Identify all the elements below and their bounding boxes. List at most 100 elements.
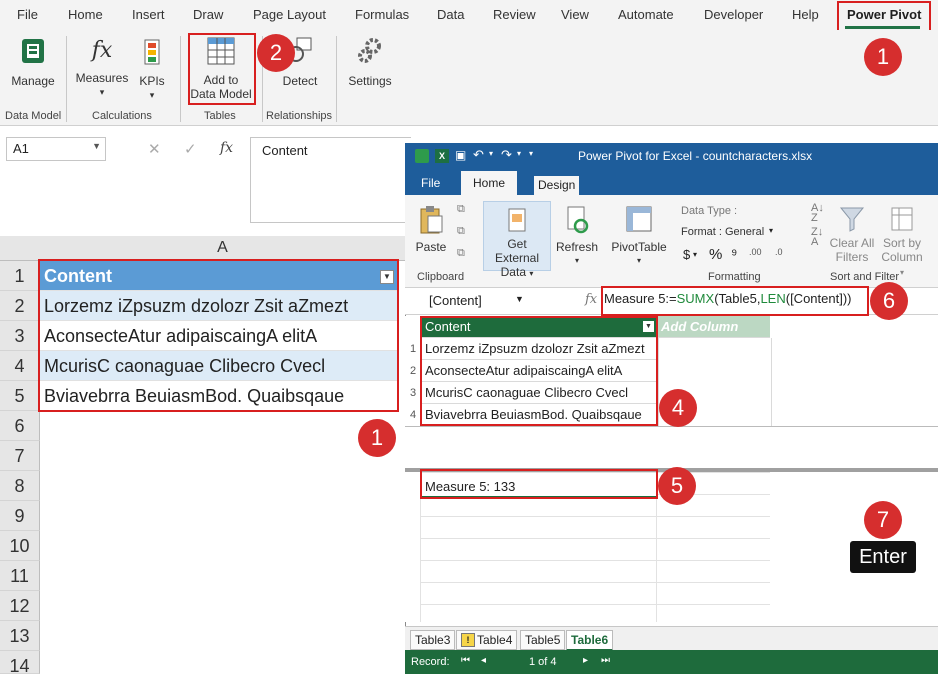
menu-home[interactable]: Home (68, 7, 103, 22)
currency-icon[interactable]: $ (683, 247, 690, 262)
menu-developer[interactable]: Developer (704, 7, 763, 22)
window-title: Power Pivot for Excel - countcharacters.… (578, 149, 813, 163)
sort-ascending-icon[interactable]: A↓ Z (811, 203, 824, 224)
sheet-tab-table3[interactable]: Table3 (410, 630, 456, 650)
last-record-icon[interactable]: ⏭ (601, 655, 610, 666)
menu-file[interactable]: File (17, 7, 38, 22)
pp-row-number[interactable]: 1 (406, 338, 420, 360)
function-icon[interactable]: fx (585, 292, 597, 307)
data-type-label[interactable]: Data Type : (681, 205, 737, 217)
formula-input[interactable]: Content (250, 137, 411, 223)
sheet-tab-table6[interactable]: Table6 (566, 630, 614, 651)
manage-icon (22, 39, 44, 63)
column-selector[interactable]: [Content] (429, 293, 482, 308)
refresh-button[interactable]: Refresh ▾ (555, 205, 599, 268)
pp-row-number[interactable]: 4 (406, 404, 420, 426)
highlight-dax-formula (601, 286, 869, 316)
measures-button[interactable]: fx Measures ▾ (74, 36, 130, 99)
chevron-down-icon[interactable]: ▾ (517, 149, 521, 158)
menu-draw[interactable]: Draw (193, 7, 223, 22)
row-header[interactable]: 14 (0, 651, 40, 676)
percent-icon[interactable]: % (709, 246, 722, 263)
callout-badge: 4 (659, 389, 697, 427)
menu-help[interactable]: Help (792, 7, 819, 22)
add-column-header[interactable]: Add Column (658, 316, 770, 338)
clear-all-filters-button[interactable]: Clear All Filters (829, 205, 875, 264)
row-header[interactable]: 13 (0, 621, 40, 651)
row-header[interactable]: 5 (0, 381, 40, 411)
comma-icon[interactable]: ⁹ (731, 246, 737, 263)
row-header[interactable]: 1 (0, 261, 40, 291)
undo-icon[interactable]: ↶ (473, 147, 484, 163)
sheet-tab-table4[interactable]: ! Table4 (456, 630, 518, 650)
power-pivot-tabs: File Home Design (405, 171, 938, 195)
menu-data[interactable]: Data (437, 7, 464, 22)
previous-record-icon[interactable]: ◂ (481, 655, 486, 666)
next-record-icon[interactable]: ▸ (583, 655, 588, 666)
chevron-down-icon[interactable]: ▾ (693, 250, 697, 259)
warning-icon: ! (461, 633, 475, 647)
group-label-relationships: Relationships (266, 110, 333, 122)
format-dropdown[interactable]: Format : General (681, 226, 764, 238)
first-record-icon[interactable]: ⏮ (461, 655, 470, 666)
kpi-icon (144, 39, 160, 65)
menu-automate[interactable]: Automate (618, 7, 674, 22)
chevron-down-icon[interactable]: ▾ (489, 149, 493, 158)
customize-toolbar-icon[interactable]: ▾ (529, 149, 533, 158)
settings-button[interactable]: Settings (344, 36, 396, 88)
menu-insert[interactable]: Insert (132, 7, 165, 22)
get-external-data-button[interactable]: Get External Data ▾ (483, 201, 551, 279)
chevron-down-icon[interactable]: ▼ (515, 294, 524, 304)
pp-tab-home[interactable]: Home (461, 171, 517, 195)
manage-button[interactable]: Manage (8, 36, 58, 88)
row-header[interactable]: 12 (0, 591, 40, 621)
row-header[interactable]: 8 (0, 471, 40, 501)
row-header[interactable]: 3 (0, 321, 40, 351)
copy-icon[interactable]: ⧉ (457, 203, 465, 216)
menu-review[interactable]: Review (493, 7, 536, 22)
sort-descending-icon[interactable]: Z↓ A (811, 227, 823, 248)
cut-icon[interactable]: ⧉ (457, 225, 465, 238)
column-header-a[interactable]: A (40, 236, 405, 261)
name-box[interactable]: A1 ▼ (6, 137, 106, 161)
redo-icon[interactable]: ↷ (501, 147, 512, 163)
increase-decimal-icon[interactable]: .00 (749, 247, 762, 257)
pivottable-button[interactable]: PivotTable ▾ (607, 205, 671, 268)
cancel-icon[interactable]: ✕ (148, 140, 161, 158)
function-icon[interactable]: fx (220, 140, 233, 156)
check-icon[interactable]: ✓ (184, 140, 197, 158)
pp-status-bar: Record: ⏮ ◂ 1 of 4 ▸ ⏭ (405, 650, 938, 674)
row-header[interactable]: 6 (0, 411, 40, 441)
menu-view[interactable]: View (561, 7, 589, 22)
excel-app-icon[interactable]: X (435, 149, 449, 163)
row-header[interactable]: 11 (0, 561, 40, 591)
sort-by-column-button[interactable]: Sort by Column ▾ (879, 205, 925, 280)
copy-format-icon[interactable]: ⧉ (457, 247, 465, 260)
pp-row-number[interactable]: 2 (406, 360, 420, 382)
callout-badge: 2 (257, 34, 295, 72)
chevron-down-icon[interactable]: ▾ (769, 226, 773, 235)
row-header[interactable]: 2 (0, 291, 40, 321)
highlight-add-to-data-model (188, 33, 256, 105)
ribbon-separator (66, 36, 67, 122)
menu-formulas[interactable]: Formulas (355, 7, 409, 22)
callout-badge: 1 (358, 419, 396, 457)
callout-badge: 7 (864, 501, 902, 539)
row-header[interactable]: 9 (0, 501, 40, 531)
callout-badge: 5 (658, 467, 696, 505)
decrease-decimal-icon[interactable]: .0 (775, 247, 783, 257)
row-header[interactable]: 10 (0, 531, 40, 561)
row-header[interactable]: 4 (0, 351, 40, 381)
pp-row-number[interactable]: 3 (406, 382, 420, 404)
pp-tab-file[interactable]: File (421, 176, 440, 190)
sheet-tab-table5[interactable]: Table5 (520, 630, 566, 650)
power-pivot-app-icon (415, 149, 429, 163)
kpis-button[interactable]: KPIs ▾ (136, 36, 168, 102)
select-all-corner[interactable] (0, 236, 41, 261)
pivottable-icon (626, 206, 652, 232)
menu-page-layout[interactable]: Page Layout (253, 7, 326, 22)
paste-button[interactable]: Paste (411, 205, 451, 254)
pp-tab-design[interactable]: Design (534, 176, 580, 195)
row-header[interactable]: 7 (0, 441, 40, 471)
save-icon[interactable]: ▣ (455, 148, 466, 162)
